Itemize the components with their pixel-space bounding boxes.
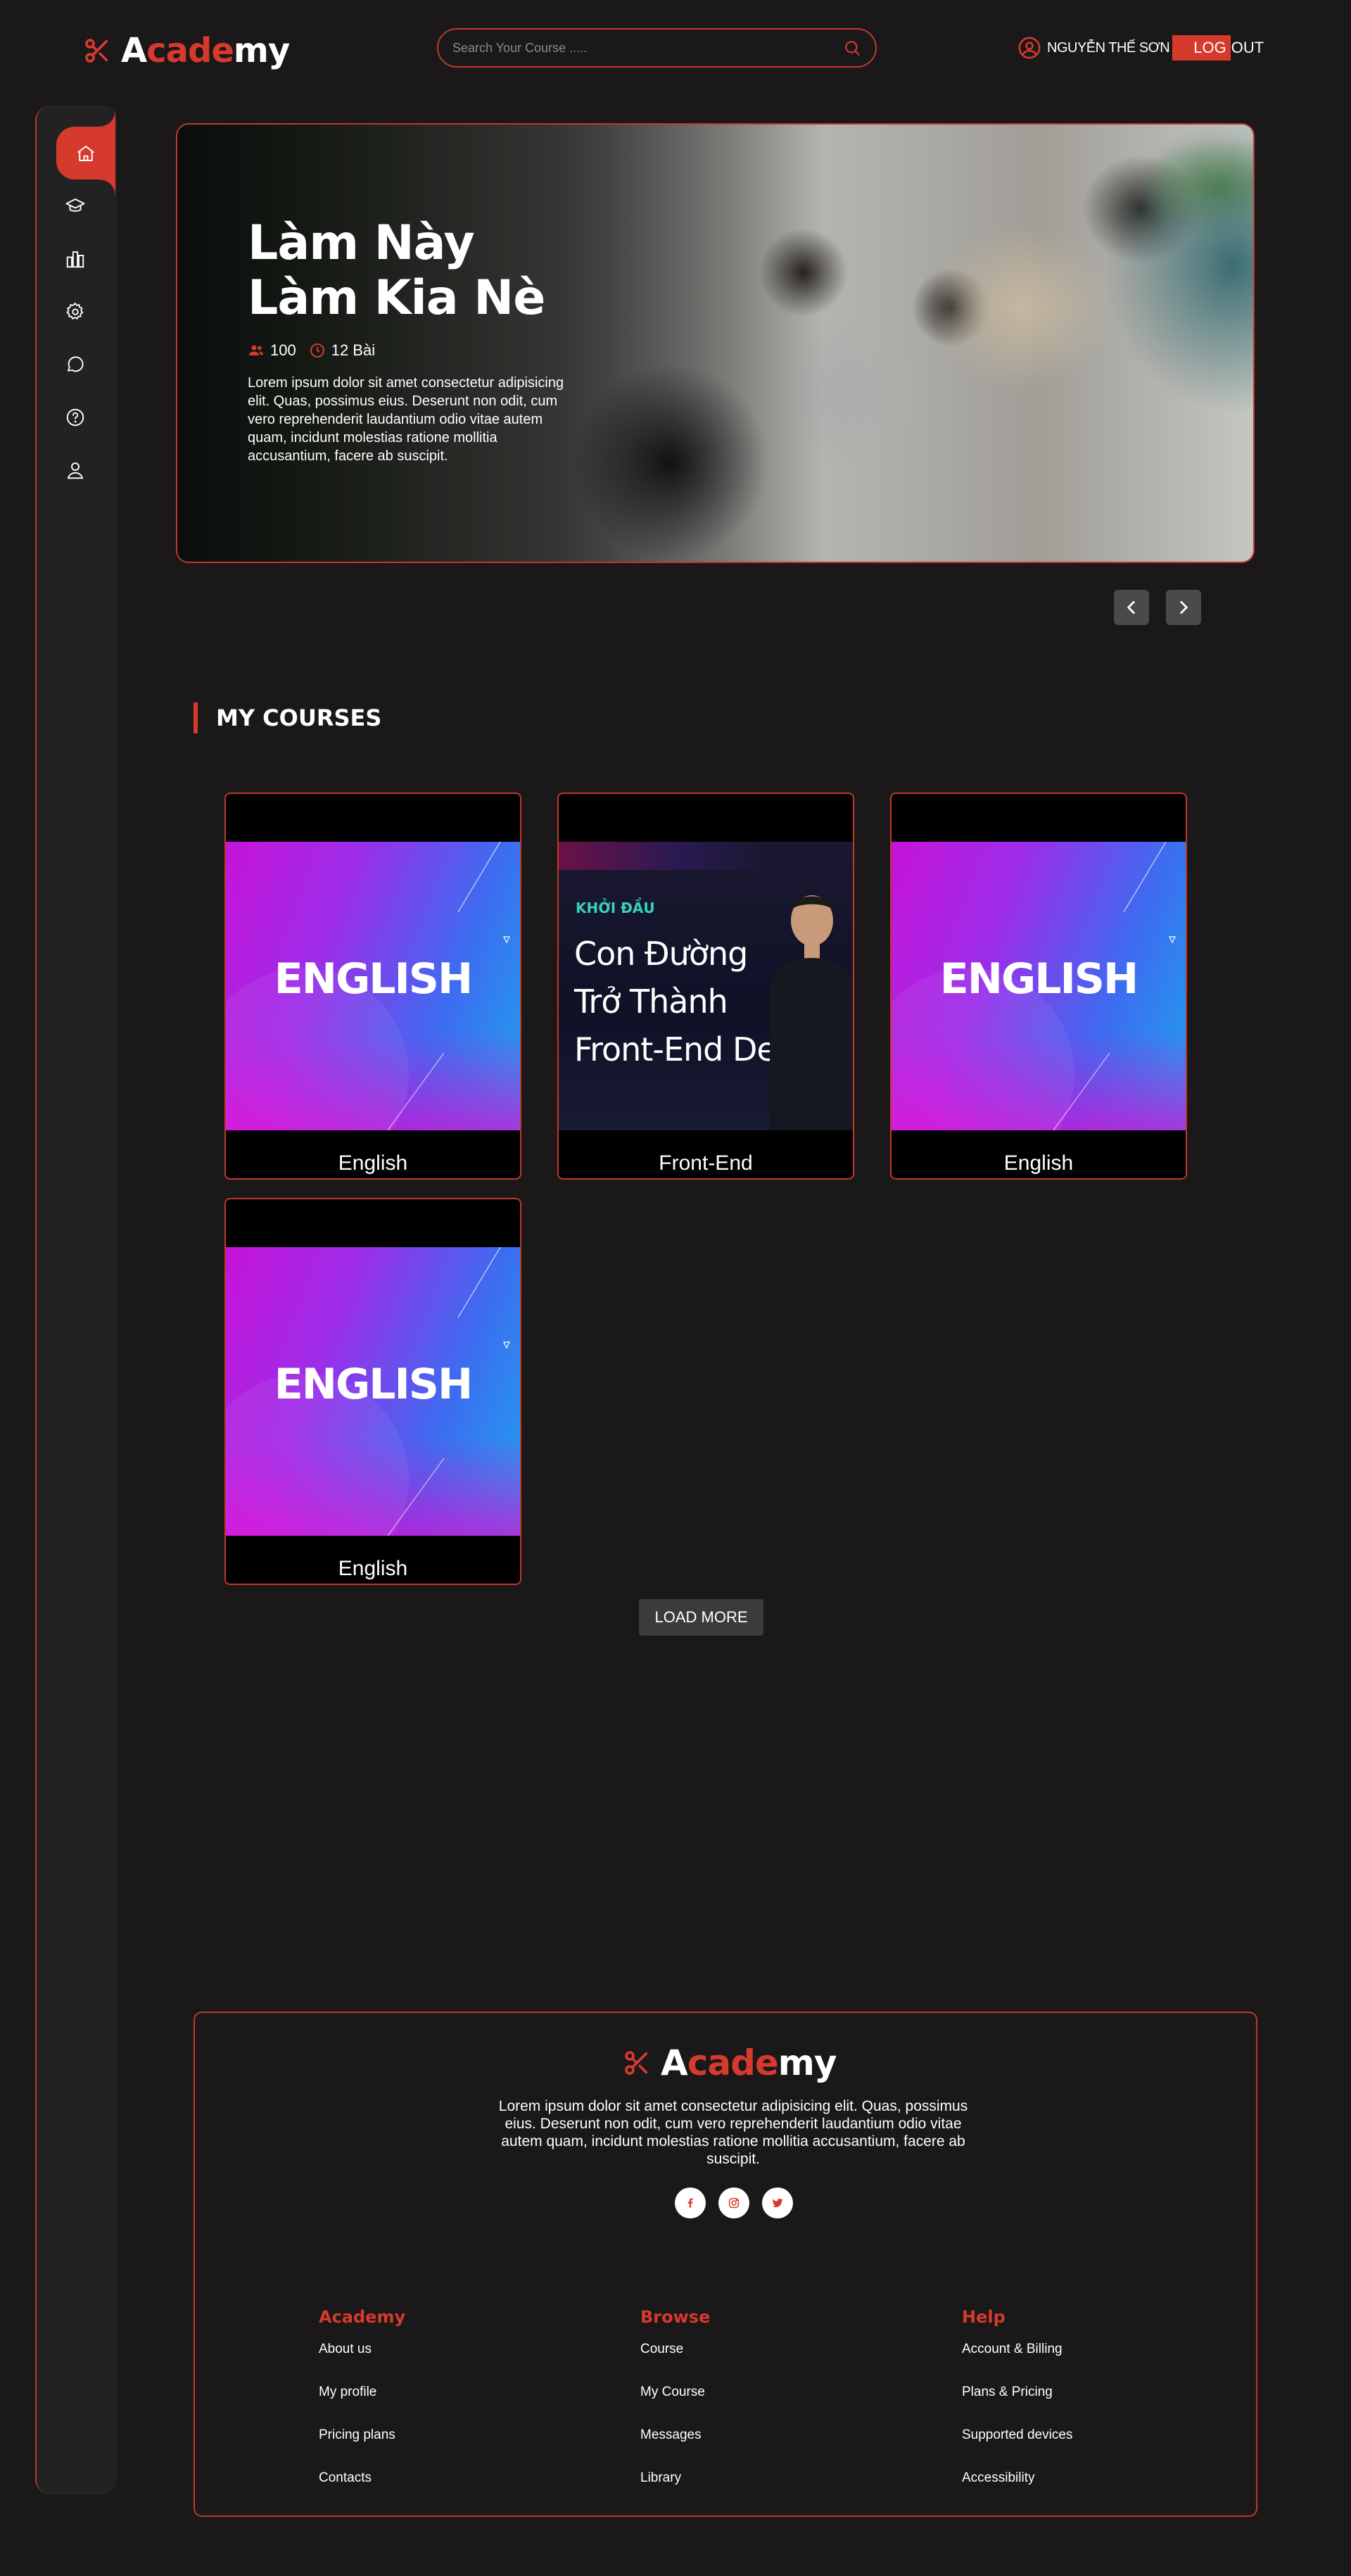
course-name: English (338, 1151, 408, 1175)
instagram-link[interactable] (718, 2187, 749, 2218)
facebook-icon (687, 2198, 693, 2208)
hero-banner[interactable]: Làm Này Làm Kia Nè 100 12 Bài Lorem ipsu… (176, 123, 1255, 563)
instagram-icon (728, 2197, 740, 2209)
sidebar-item-stats[interactable] (35, 232, 115, 285)
course-thumbnail: ENGLISH (226, 1247, 520, 1536)
footer-link[interactable]: My Course (640, 2384, 710, 2427)
footer-link[interactable]: Account & Billing (962, 2341, 1072, 2384)
load-more-button[interactable]: LOAD MORE (639, 1599, 763, 1636)
facebook-link[interactable] (675, 2187, 706, 2218)
twitter-link[interactable] (762, 2187, 793, 2218)
section-title-my-courses: MY COURSES (194, 702, 381, 733)
chevron-right-icon (1180, 601, 1188, 614)
chat-icon (68, 355, 84, 372)
sidebar-item-home[interactable] (56, 111, 115, 195)
footer-column-browse: Browse Course My Course Messages Library (640, 2307, 710, 2513)
gear-icon (66, 302, 84, 320)
search-input[interactable] (452, 40, 843, 56)
bar-chart-icon (66, 251, 84, 267)
footer-link[interactable]: My profile (319, 2384, 405, 2427)
students-value: 100 (270, 341, 296, 359)
user-name[interactable]: NGUYỄN THẾ SƠN (1047, 40, 1170, 56)
users-icon (249, 345, 263, 355)
logo-text-my: my (778, 2043, 837, 2083)
footer-column-title: Academy (319, 2307, 406, 2327)
carousel-prev-button[interactable] (1114, 590, 1149, 625)
footer-link[interactable]: Plans & Pricing (962, 2384, 1072, 2427)
user-circle-icon[interactable] (1017, 36, 1041, 60)
search-bar (437, 28, 877, 68)
course-name: English (338, 1557, 408, 1580)
help-circle-icon (66, 408, 84, 426)
logout-label-out: OUT (1231, 39, 1264, 56)
footer-link[interactable]: Contacts (319, 2470, 405, 2513)
footer-description: Lorem ipsum dolor sit amet consectetur a… (498, 2098, 968, 2167)
footer-link[interactable]: Messages (640, 2427, 710, 2470)
course-name: English (1003, 1151, 1074, 1175)
search-icon[interactable] (843, 39, 861, 57)
graduation-cap-icon (65, 198, 85, 212)
logo-text-a: A (661, 2043, 688, 2083)
sidebar-item-messages[interactable] (35, 338, 115, 391)
footer-column-help: Help Account & Billing Plans & Pricing S… (962, 2307, 1072, 2513)
footer-link[interactable]: Library (640, 2470, 710, 2513)
thumbnail-title: ENGLISH (274, 954, 473, 1004)
course-card[interactable]: ENGLISH English (890, 793, 1187, 1180)
sidebar-item-help[interactable] (35, 391, 115, 443)
logo-text-a: A (121, 31, 147, 70)
footer-column-title: Help (962, 2307, 1006, 2327)
carousel-next-button[interactable] (1166, 590, 1201, 625)
course-name: Front-End (659, 1151, 753, 1175)
clock-icon (310, 343, 324, 358)
lessons-value: 12 Bài (331, 341, 376, 359)
logout-button[interactable]: LOG OUT (1172, 35, 1264, 61)
students-count: 100 (248, 341, 296, 360)
thumbnail-title: ENGLISH (939, 954, 1138, 1004)
twitter-icon (772, 2198, 783, 2208)
sidebar-item-courses[interactable] (35, 179, 115, 232)
sidebar-item-settings[interactable] (35, 285, 115, 338)
footer-column-title: Browse (640, 2307, 711, 2327)
course-thumbnail: ENGLISH (892, 842, 1186, 1130)
logo-text-my: my (233, 31, 290, 70)
thumbnail-kicker: KHỞI ĐẦU (576, 899, 655, 916)
course-card[interactable]: ENGLISH English (224, 793, 521, 1180)
scissors-icon (85, 39, 108, 63)
thumbnail-title: ENGLISH (274, 1360, 473, 1409)
social-links (675, 2187, 793, 2218)
course-card[interactable]: ENGLISH English (224, 1198, 521, 1585)
scissors-icon (625, 2051, 648, 2075)
hero-content: Làm Này Làm Kia Nè 100 12 Bài Lorem ipsu… (248, 216, 578, 465)
footer-link[interactable]: Supported devices (962, 2427, 1072, 2470)
logo-text-cade: cade (146, 31, 234, 70)
footer-link[interactable]: About us (319, 2341, 405, 2384)
sidebar-nav (35, 111, 115, 496)
lessons-count: 12 Bài (309, 341, 375, 360)
logo-text-cade: cade (687, 2043, 779, 2083)
footer: Acade my Lorem ipsum dolor sit amet conse… (194, 2012, 1257, 2517)
footer-link[interactable]: Accessibility (962, 2470, 1072, 2513)
chevron-left-icon (1127, 601, 1135, 614)
hero-title: Làm Này Làm Kia Nè (248, 215, 545, 326)
hero-meta: 100 12 Bài (248, 341, 578, 360)
brand-logo[interactable]: Acade my (83, 31, 290, 70)
course-thumbnail: KHỞI ĐẦU Con Đường Trở Thành Front-End D… (559, 842, 853, 1130)
user-icon (67, 462, 84, 479)
instructor-photo (770, 895, 853, 1130)
footer-column-academy: Academy About us My profile Pricing plan… (319, 2307, 405, 2513)
user-area: NGUYỄN THẾ SƠN LOG OUT (1017, 35, 1264, 61)
footer-logo[interactable]: Acade my (623, 2043, 837, 2083)
footer-link[interactable]: Pricing plans (319, 2427, 405, 2470)
hero-description: Lorem ipsum dolor sit amet consectetur a… (248, 375, 564, 464)
course-thumbnail: ENGLISH (226, 842, 520, 1130)
home-icon (77, 145, 94, 161)
course-card[interactable]: KHỞI ĐẦU Con Đường Trở Thành Front-End D… (557, 793, 854, 1180)
logout-label-log: LOG (1172, 35, 1231, 61)
footer-link[interactable]: Course (640, 2341, 710, 2384)
sidebar-item-profile[interactable] (35, 443, 115, 496)
